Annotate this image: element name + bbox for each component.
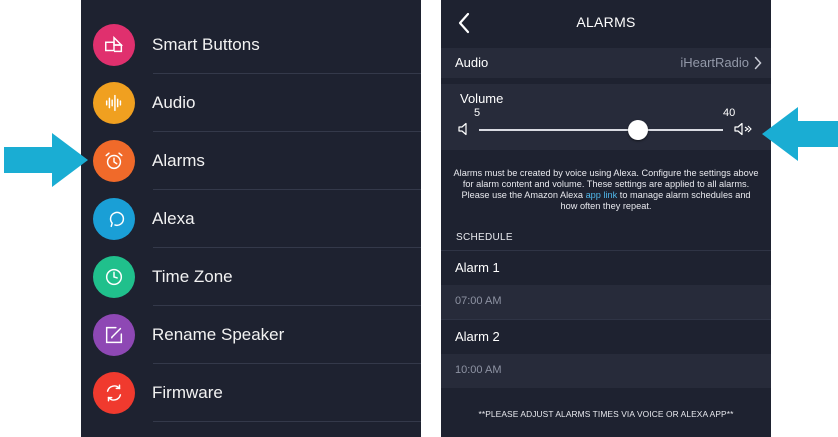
volume-min-value: 5 (474, 107, 481, 119)
alarm-time-row-2: 10:00 AM (441, 354, 771, 388)
alarm-time: 07:00 AM (455, 295, 502, 307)
shapes-icon (93, 24, 135, 66)
alarm-clock-icon (93, 140, 135, 182)
alarm-row-1[interactable]: Alarm 1 (441, 250, 771, 285)
alarm-info-text: Alarms must be created by voice using Al… (453, 168, 759, 212)
menu-item-rename-speaker[interactable]: Rename Speaker (81, 306, 421, 364)
clock-icon (93, 256, 135, 298)
menu-label: Time Zone (152, 267, 233, 286)
waveform-icon (93, 82, 135, 124)
volume-control: Volume 5 40 (441, 84, 771, 150)
speaker-high-icon (734, 122, 752, 136)
audio-source-row[interactable]: Audio iHeartRadio (441, 48, 771, 78)
pointer-arrow-left-icon (762, 107, 838, 161)
menu-label: Firmware (152, 383, 223, 402)
settings-menu: Smart Buttons Audio Alarms Alexa Time Zo… (81, 0, 421, 437)
divider (153, 421, 421, 422)
menu-item-firmware[interactable]: Firmware (81, 364, 421, 422)
alarm-time: 10:00 AM (455, 364, 502, 376)
volume-slider-thumb[interactable] (627, 120, 648, 140)
menu-item-time-zone[interactable]: Time Zone (81, 248, 421, 306)
volume-slider-track[interactable] (479, 129, 723, 131)
speaker-low-icon (458, 122, 467, 136)
menu-label: Alarms (152, 151, 205, 170)
menu-item-alarms[interactable]: Alarms (81, 132, 421, 190)
refresh-icon (93, 372, 135, 414)
schedule-header: SCHEDULE (456, 232, 513, 243)
alarm-name: Alarm 2 (455, 329, 500, 344)
alarms-screen: ALARMS Audio iHeartRadio Volume 5 40 Ala… (441, 0, 771, 437)
alarm-row-2[interactable]: Alarm 2 (441, 319, 771, 354)
pointer-arrow-right-icon (4, 133, 88, 187)
volume-label: Volume (460, 91, 504, 106)
menu-item-audio[interactable]: Audio (81, 74, 421, 132)
menu-item-alexa[interactable]: Alexa (81, 190, 421, 248)
menu-label: Smart Buttons (152, 35, 260, 54)
edit-icon (93, 314, 135, 356)
menu-label: Alexa (152, 209, 195, 228)
menu-label: Rename Speaker (152, 325, 285, 344)
menu-item-smart-buttons[interactable]: Smart Buttons (81, 16, 421, 74)
chevron-right-icon (754, 56, 762, 70)
volume-max-value: 40 (723, 107, 736, 119)
alarm-name: Alarm 1 (455, 260, 500, 275)
menu-label: Audio (152, 93, 196, 112)
alexa-icon (93, 198, 135, 240)
page-title: ALARMS (576, 14, 636, 30)
audio-label: Audio (455, 55, 489, 70)
audio-value: iHeartRadio (680, 55, 749, 70)
app-link[interactable]: app link (586, 190, 618, 200)
alarm-time-row-1: 07:00 AM (441, 285, 771, 319)
footnote: **PLEASE ADJUST ALARMS TIMES VIA VOICE O… (478, 409, 734, 419)
